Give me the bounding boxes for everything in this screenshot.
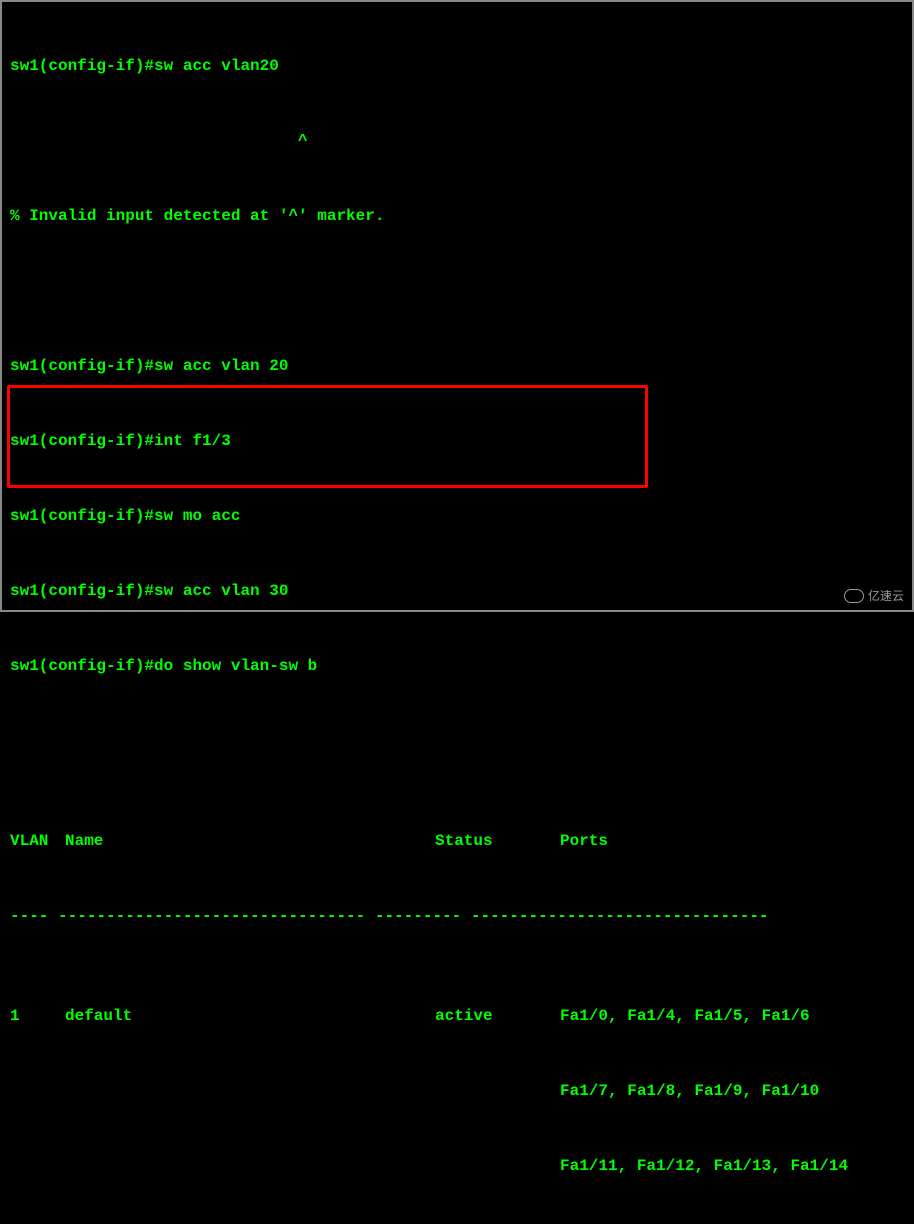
vlan-id: 1 — [10, 1004, 65, 1029]
blank-line — [10, 279, 904, 304]
watermark: 亿速云 — [844, 587, 904, 604]
command-line: sw1(config-if)#int f1/3 — [10, 429, 904, 454]
prompt: sw1(config-if)# — [10, 57, 154, 75]
prompt: sw1(config-if)# — [10, 357, 154, 375]
header-vlan: VLAN — [10, 829, 65, 854]
command-text: sw acc vlan 20 — [154, 357, 288, 375]
command-line: sw1(config-if)#do show vlan-sw b — [10, 654, 904, 679]
command-text: do show vlan-sw b — [154, 657, 317, 675]
command-text: int f1/3 — [154, 432, 231, 450]
header-ports: Ports — [560, 829, 608, 854]
prompt: sw1(config-if)# — [10, 657, 154, 675]
error-message: % Invalid input detected at '^' marker. — [10, 204, 904, 229]
ports-continuation: Fa1/11, Fa1/12, Fa1/13, Fa1/14 — [10, 1154, 904, 1179]
cloud-icon — [844, 589, 864, 603]
command-line: sw1(config-if)#sw acc vlan 30 — [10, 579, 904, 604]
vlan-ports: Fa1/0, Fa1/4, Fa1/5, Fa1/6 — [560, 1004, 810, 1029]
command-text: sw acc vlan20 — [154, 57, 279, 75]
ports-continuation: Fa1/7, Fa1/8, Fa1/9, Fa1/10 — [10, 1079, 904, 1104]
vlan-name: default — [65, 1004, 435, 1029]
table-divider: ---- -------------------------------- --… — [10, 904, 904, 929]
watermark-text: 亿速云 — [868, 587, 904, 604]
terminal-output[interactable]: sw1(config-if)#sw acc vlan20 ^ % Invalid… — [2, 2, 912, 1224]
table-header: VLANNameStatusPorts — [10, 829, 904, 854]
command-line: sw1(config-if)#sw acc vlan 20 — [10, 354, 904, 379]
prompt: sw1(config-if)# — [10, 432, 154, 450]
blank-line — [10, 729, 904, 754]
error-caret: ^ — [10, 129, 904, 154]
prompt: sw1(config-if)# — [10, 507, 154, 525]
command-line: sw1(config-if)#sw acc vlan20 — [10, 54, 904, 79]
header-name: Name — [65, 829, 435, 854]
command-text: sw mo acc — [154, 507, 240, 525]
command-text: sw acc vlan 30 — [154, 582, 288, 600]
vlan-status: active — [435, 1004, 560, 1029]
prompt: sw1(config-if)# — [10, 582, 154, 600]
header-status: Status — [435, 829, 560, 854]
command-line: sw1(config-if)#sw mo acc — [10, 504, 904, 529]
table-row: 1defaultactiveFa1/0, Fa1/4, Fa1/5, Fa1/6 — [10, 1004, 904, 1029]
